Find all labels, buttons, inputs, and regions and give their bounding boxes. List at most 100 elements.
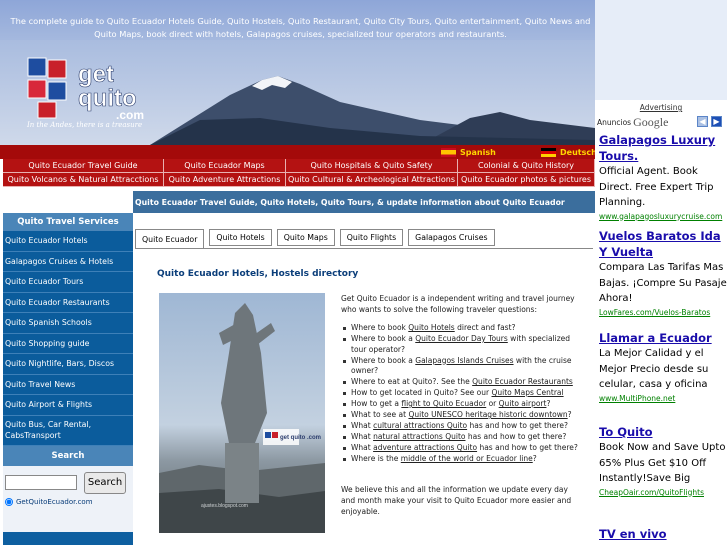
- list-item: What natural attractions Quito has and h…: [341, 432, 586, 443]
- logo-text-get: get: [78, 61, 114, 88]
- ad-url[interactable]: LowFares.com/Vuelos-Baratos: [599, 307, 727, 318]
- list-item: What cultural attractions Quito has and …: [341, 421, 586, 432]
- lang-deutsch[interactable]: Deutsch: [541, 146, 597, 158]
- sidebar-item-airport[interactable]: Quito Airport & Flights: [3, 395, 133, 416]
- search-button[interactable]: Search: [84, 471, 127, 494]
- statue-image: get quito .com ajustes.blogspot.com: [159, 303, 325, 533]
- advertising-label[interactable]: Advertising: [595, 103, 727, 112]
- tab-quito-flights[interactable]: Quito Flights: [339, 229, 404, 246]
- list-item: Where to book Quito Hotels direct and fa…: [341, 323, 586, 334]
- intro-text: Get Quito Ecuador is a independent writi…: [341, 294, 575, 314]
- search-scope: GetQuitoEcuador.com: [5, 497, 131, 506]
- lang-deutsch-label: Deutsch: [560, 147, 597, 157]
- menu-item-maps[interactable]: Quito Ecuador Maps: [164, 159, 286, 172]
- menu-item-adventure[interactable]: Quito Adventure Attractions: [164, 173, 286, 186]
- search-header: Search: [3, 445, 133, 466]
- page-headline: Quito Ecuador Travel Guide, Quito Hotels…: [133, 191, 595, 213]
- ads-column: Advertising Anuncios Google ◀ ▶ Galapago…: [595, 0, 727, 545]
- ad-title[interactable]: TV en vivo: [599, 526, 727, 542]
- link-quito-hotels[interactable]: Quito Hotels: [408, 323, 454, 332]
- ads-by-google[interactable]: Anuncios Google: [597, 115, 668, 130]
- content-tabs: Quito Ecuador Quito Hotels Quito Maps Qu…: [135, 229, 500, 249]
- sidebar-item-hotels[interactable]: Quito Ecuador Hotels: [3, 231, 133, 252]
- tab-quito-maps[interactable]: Quito Maps: [276, 229, 335, 246]
- menu-item-travel-guide[interactable]: Quito Ecuador Travel Guide: [3, 159, 164, 172]
- menu-row-1: Quito Ecuador Travel Guide Quito Ecuador…: [3, 159, 595, 173]
- logo-text-com: .com: [116, 108, 144, 122]
- ad-body: Official Agent. Book Direct. Free Expert…: [599, 166, 714, 208]
- lang-spanish-label: Spanish: [460, 147, 496, 157]
- tab-quito-ecuador[interactable]: Quito Ecuador: [135, 229, 205, 249]
- sidebar-item-transport[interactable]: Quito Bus, Car Rental, CabsTransport: [3, 415, 133, 446]
- ad-title[interactable]: Vuelos Baratos Ida Y Vuelta: [599, 228, 727, 260]
- search-area: Search GetQuitoEcuador.com: [3, 465, 133, 532]
- lang-spanish[interactable]: Spanish: [441, 146, 496, 158]
- list-item: How to get located in Quito? See our Qui…: [341, 388, 586, 399]
- search-scope-label: GetQuitoEcuador.com: [16, 497, 93, 506]
- link-flight-quito[interactable]: flight to Quito Ecuador: [401, 399, 486, 408]
- ad-url[interactable]: www.MultiPhone.net: [599, 393, 727, 404]
- sidebar-item-travel-news[interactable]: Quito Travel News: [3, 374, 133, 395]
- menu-item-colonial-history[interactable]: Colonial & Quito History: [458, 159, 595, 172]
- sidebar-item-shopping[interactable]: Quito Shopping guide: [3, 333, 133, 354]
- link-maps-central[interactable]: Quito Maps Central: [492, 388, 564, 397]
- list-item: What adventure attractions Quito has and…: [341, 443, 586, 454]
- ad-body: Compara Las Tarifas Mas Bajas. ¡Compre S…: [599, 262, 727, 304]
- ad-title[interactable]: Galapagos Luxury Tours.: [599, 132, 727, 164]
- ad-body: Book Now and Save Upto 65% Plus Get $10 …: [599, 442, 726, 484]
- sidebar-item-spanish-schools[interactable]: Quito Spanish Schools: [3, 313, 133, 334]
- chevron-left-icon[interactable]: ◀: [697, 116, 708, 127]
- section-title: Quito Ecuador Hotels, Hostels directory: [157, 269, 359, 279]
- link-galapagos-cruises[interactable]: Galapagos Islands Cruises: [415, 356, 513, 365]
- tab-quito-hotels[interactable]: Quito Hotels: [209, 229, 272, 246]
- ad-url[interactable]: CheapOair.com/QuitoFlights: [599, 487, 727, 498]
- ad-title[interactable]: Llamar a Ecuador: [599, 330, 727, 346]
- photo-caption: ajustes.blogspot.com: [201, 503, 248, 509]
- sidebar-item-galapagos[interactable]: Galapagos Cruises & Hotels: [3, 251, 133, 272]
- ad-to-quito: To Quito Book Now and Save Upto 65% Plus…: [599, 424, 727, 498]
- main-menu: Quito Ecuador Travel Guide Quito Ecuador…: [3, 159, 595, 187]
- ads-top-space: [595, 0, 727, 100]
- list-item: Where to book a Galapagos Islands Cruise…: [341, 356, 586, 377]
- slogan: In the Andes, there is a treasure: [27, 121, 143, 129]
- anuncios-label: Anuncios: [597, 118, 632, 127]
- sidebar: Quito Travel Services Quito Ecuador Hote…: [3, 213, 133, 545]
- sidebar-item-nightlife[interactable]: Quito Nightlife, Bars, Discos: [3, 354, 133, 375]
- outro-text: We believe this and all the information …: [341, 485, 572, 516]
- search-input[interactable]: [5, 475, 77, 490]
- main-content: Quito Ecuador Hotels, Hostels directory …: [135, 249, 593, 545]
- search-scope-radio[interactable]: [5, 497, 13, 506]
- list-item: Where to book a Quito Ecuador Day Tours …: [341, 334, 586, 355]
- menu-row-2: Quito Volcanos & Natural Attracctions Qu…: [3, 173, 595, 187]
- link-unesco-downtown[interactable]: Quito UNESCO heritage historic downtown: [408, 410, 567, 419]
- ad-galapagos: Galapagos Luxury Tours. Official Agent. …: [599, 132, 727, 222]
- ad-url[interactable]: www.galapagosluxurycruise.com: [599, 211, 727, 222]
- ad-llamar: Llamar a Ecuador La Mejor Calidad y el M…: [599, 330, 727, 404]
- chevron-right-icon[interactable]: ▶: [711, 116, 722, 127]
- list-item: How to get a flight to Quito Ecuador or …: [341, 399, 586, 410]
- google-logo: Google: [633, 115, 669, 129]
- tab-galapagos-cruises[interactable]: Galapagos Cruises: [408, 229, 495, 246]
- list-item: Where to eat at Quito?. See the Quito Ec…: [341, 377, 586, 388]
- link-adventure-attractions[interactable]: adventure attractions Quito: [373, 443, 477, 452]
- link-natural-attractions[interactable]: natural attractions Quito: [373, 432, 465, 441]
- page: The complete guide to Quito Ecuador Hote…: [0, 0, 727, 545]
- sidebar-item-tours[interactable]: Quito Ecuador Tours: [3, 272, 133, 293]
- menu-item-hospitals-safety[interactable]: Quito Hospitals & Quito Safety: [286, 159, 458, 172]
- photo-watermark: get quito .com: [280, 435, 321, 441]
- menu-item-volcanos[interactable]: Quito Volcanos & Natural Attracctions: [3, 173, 164, 186]
- spain-flag-icon: [441, 147, 456, 157]
- menu-item-photos[interactable]: Quito Ecuador photos & pictures: [458, 173, 595, 186]
- link-day-tours[interactable]: Quito Ecuador Day Tours: [415, 334, 508, 343]
- menu-item-cultural[interactable]: Quito Cultural & Archeological Attractio…: [286, 173, 458, 186]
- sidebar-item-restaurants[interactable]: Quito Ecuador Restaurants: [3, 292, 133, 313]
- ad-title[interactable]: To Quito: [599, 424, 727, 440]
- ad-body: La Mejor Calidad y el Mejor Precio desde…: [599, 348, 709, 390]
- link-restaurants[interactable]: Quito Ecuador Restaurants: [472, 377, 573, 386]
- link-cultural-attractions[interactable]: cultural attractions Quito: [373, 421, 467, 430]
- link-quito-airport[interactable]: Quito airport: [499, 399, 547, 408]
- traveler-questions: Where to book Quito Hotels direct and fa…: [341, 323, 586, 465]
- site-tagline: The complete guide to Quito Ecuador Hote…: [10, 16, 591, 39]
- link-middle-of-world[interactable]: middle of the world or Ecuador line: [401, 454, 533, 463]
- virgin-of-quito-photo: get quito .com ajustes.blogspot.com: [159, 293, 325, 533]
